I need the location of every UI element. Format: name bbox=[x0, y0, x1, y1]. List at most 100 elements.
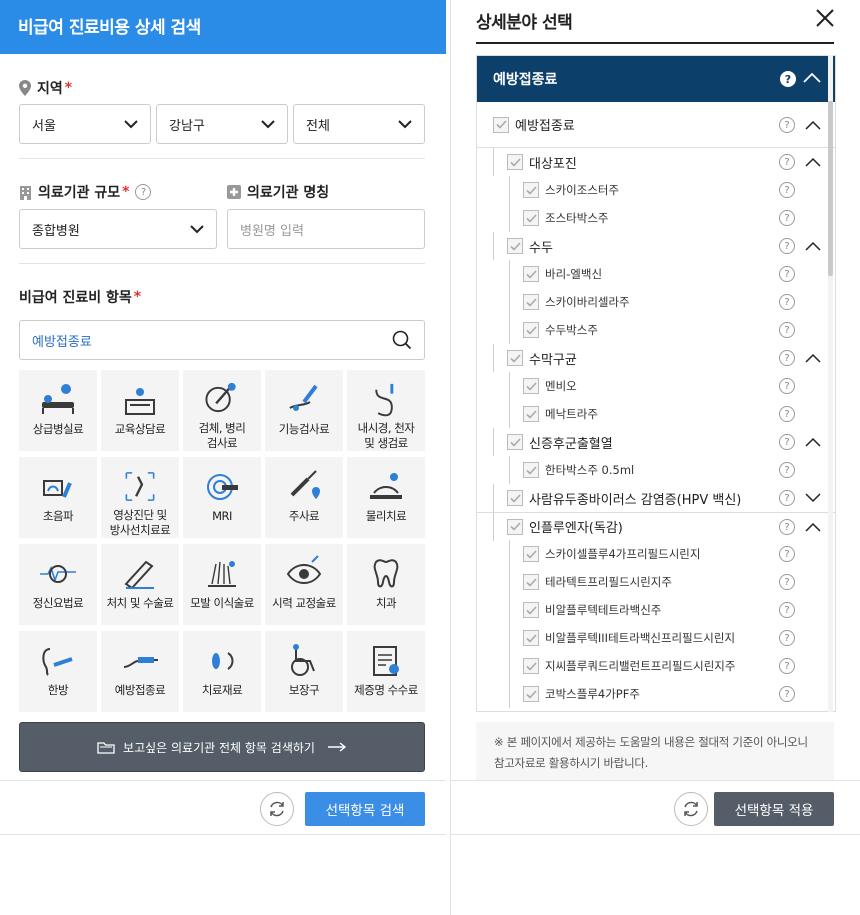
city-select[interactable]: 서울 bbox=[19, 104, 151, 144]
category-tile[interactable]: 모발 이식술료 bbox=[183, 544, 261, 625]
category-tile[interactable]: 제증명 수수료 bbox=[347, 631, 425, 712]
help-icon[interactable]: ? bbox=[780, 71, 796, 87]
help-icon[interactable]: ? bbox=[135, 184, 152, 200]
search-selected-button[interactable]: 선택항목 검색 bbox=[305, 792, 425, 826]
category-tile[interactable]: 치과 bbox=[347, 544, 425, 625]
category-tile[interactable]: 상급병실료 bbox=[19, 370, 97, 451]
item-search-input[interactable]: 예방접종료 bbox=[19, 320, 425, 360]
reset-button[interactable] bbox=[260, 792, 294, 826]
tree-leaf-item[interactable]: 테라텍트프리필드시린지주? bbox=[477, 568, 835, 596]
help-icon[interactable]: ? bbox=[779, 294, 795, 310]
category-tile[interactable]: 예방접종료 bbox=[101, 631, 179, 712]
help-icon[interactable]: ? bbox=[779, 630, 795, 646]
category-tile[interactable]: 보장구 bbox=[265, 631, 343, 712]
close-icon[interactable] bbox=[815, 8, 835, 28]
category-tile[interactable]: 내시경, 천자 및 생검료 bbox=[347, 370, 425, 451]
help-icon[interactable]: ? bbox=[779, 117, 795, 133]
help-icon[interactable]: ? bbox=[779, 266, 795, 282]
tree-leaf-item[interactable]: 바리-엘백신? bbox=[477, 260, 835, 288]
checkbox[interactable] bbox=[523, 630, 539, 646]
help-icon[interactable]: ? bbox=[779, 406, 795, 422]
checkbox[interactable] bbox=[523, 266, 539, 282]
help-icon[interactable]: ? bbox=[779, 490, 795, 506]
help-icon[interactable]: ? bbox=[779, 602, 795, 618]
tree-group-item[interactable]: 신증후군출혈열? bbox=[477, 428, 835, 456]
help-icon[interactable]: ? bbox=[779, 154, 795, 170]
chevron-up-icon[interactable] bbox=[805, 241, 821, 251]
category-tile[interactable]: 처치 및 수술료 bbox=[101, 544, 179, 625]
help-icon[interactable]: ? bbox=[779, 238, 795, 254]
category-tile[interactable]: MRI bbox=[183, 457, 261, 538]
category-tile[interactable]: 검체, 병리 검사료 bbox=[183, 370, 261, 451]
checkbox[interactable] bbox=[523, 406, 539, 422]
category-tile[interactable]: 기능검사료 bbox=[265, 370, 343, 451]
apply-selected-button[interactable]: 선택항목 적용 bbox=[714, 792, 834, 826]
tree-leaf-item[interactable]: 비알플루텍테트라백신주? bbox=[477, 596, 835, 624]
chevron-up-icon[interactable] bbox=[805, 157, 821, 167]
help-icon[interactable]: ? bbox=[779, 658, 795, 674]
category-tile[interactable]: 영상진단 및 방사선치료료 bbox=[101, 457, 179, 538]
help-icon[interactable]: ? bbox=[779, 686, 795, 702]
category-tile[interactable]: 정신요법료 bbox=[19, 544, 97, 625]
help-icon[interactable]: ? bbox=[779, 210, 795, 226]
reset-button[interactable] bbox=[674, 792, 708, 826]
tree-group-item[interactable]: 수두? bbox=[477, 232, 835, 260]
chevron-down-icon[interactable] bbox=[805, 493, 821, 503]
help-icon[interactable]: ? bbox=[779, 519, 795, 535]
checkbox[interactable] bbox=[507, 154, 523, 170]
chevron-up-icon[interactable] bbox=[805, 522, 821, 532]
checkbox[interactable] bbox=[523, 658, 539, 674]
checkbox[interactable] bbox=[523, 602, 539, 618]
tree-leaf-item[interactable]: 스카이바리셀라주? bbox=[477, 288, 835, 316]
dong-select[interactable]: 전체 bbox=[293, 104, 425, 144]
tree-leaf-item[interactable]: 스카이셀플루4가프리필드시린지? bbox=[477, 540, 835, 568]
help-icon[interactable]: ? bbox=[779, 350, 795, 366]
tree-group-item[interactable]: 인플루엔자(독감)? bbox=[477, 512, 835, 541]
tree-leaf-item[interactable]: 코박스플루4가PF주? bbox=[477, 680, 835, 708]
search-all-button[interactable]: 보고싶은 의료기관 전체 항목 검색하기 bbox=[19, 722, 425, 772]
checkbox[interactable] bbox=[523, 294, 539, 310]
tree-leaf-item[interactable]: 스카이조스터주? bbox=[477, 176, 835, 204]
category-tile[interactable]: 교육상담료 bbox=[101, 370, 179, 451]
help-icon[interactable]: ? bbox=[779, 182, 795, 198]
tree-leaf-item[interactable]: 조스타박스주? bbox=[477, 204, 835, 232]
tree-leaf-item[interactable]: 한타박스주 0.5ml? bbox=[477, 456, 835, 484]
checkbox[interactable] bbox=[523, 686, 539, 702]
checkbox[interactable] bbox=[507, 238, 523, 254]
checkbox[interactable] bbox=[523, 378, 539, 394]
checkbox[interactable] bbox=[523, 322, 539, 338]
category-tile[interactable]: 물리치료 bbox=[347, 457, 425, 538]
category-tile[interactable]: 시력 교정술료 bbox=[265, 544, 343, 625]
checkbox[interactable] bbox=[507, 518, 523, 535]
checkbox[interactable] bbox=[507, 434, 523, 450]
checkbox[interactable] bbox=[523, 546, 539, 562]
scale-select[interactable]: 종합병원 bbox=[19, 209, 217, 249]
checkbox[interactable] bbox=[507, 350, 523, 366]
help-icon[interactable]: ? bbox=[779, 546, 795, 562]
tree-leaf-item[interactable]: 수두박스주? bbox=[477, 316, 835, 344]
checkbox[interactable] bbox=[523, 210, 539, 226]
tree-group-item[interactable]: 사람유두종바이러스 감염증(HPV 백신)? bbox=[477, 484, 835, 512]
category-tile[interactable]: 치료재료 bbox=[183, 631, 261, 712]
category-tile[interactable]: 주사료 bbox=[265, 457, 343, 538]
checkbox[interactable] bbox=[507, 490, 523, 506]
chevron-up-icon[interactable] bbox=[803, 72, 821, 83]
chevron-up-icon[interactable] bbox=[805, 120, 821, 130]
tree-leaf-item[interactable]: 멘비오? bbox=[477, 372, 835, 400]
category-tile[interactable]: 한방 bbox=[19, 631, 97, 712]
scrollbar-thumb[interactable] bbox=[828, 101, 833, 276]
help-icon[interactable]: ? bbox=[779, 322, 795, 338]
chevron-up-icon[interactable] bbox=[805, 437, 821, 447]
help-icon[interactable]: ? bbox=[779, 434, 795, 450]
tree-leaf-item[interactable]: 비알플루텍III테트라백신프리필드시린지? bbox=[477, 624, 835, 652]
help-icon[interactable]: ? bbox=[779, 462, 795, 478]
tree-root-item[interactable]: 예방접종료 ? bbox=[477, 102, 835, 148]
checkbox[interactable] bbox=[523, 462, 539, 478]
hospital-name-input[interactable]: 병원명 입력 bbox=[227, 209, 425, 249]
help-icon[interactable]: ? bbox=[779, 378, 795, 394]
tree-header[interactable]: 예방접종료 ? bbox=[477, 56, 835, 102]
tree-leaf-item[interactable]: 메낙트라주? bbox=[477, 400, 835, 428]
checkbox[interactable] bbox=[523, 182, 539, 198]
tree-group-item[interactable]: 수막구균? bbox=[477, 344, 835, 372]
checkbox[interactable] bbox=[493, 116, 509, 133]
